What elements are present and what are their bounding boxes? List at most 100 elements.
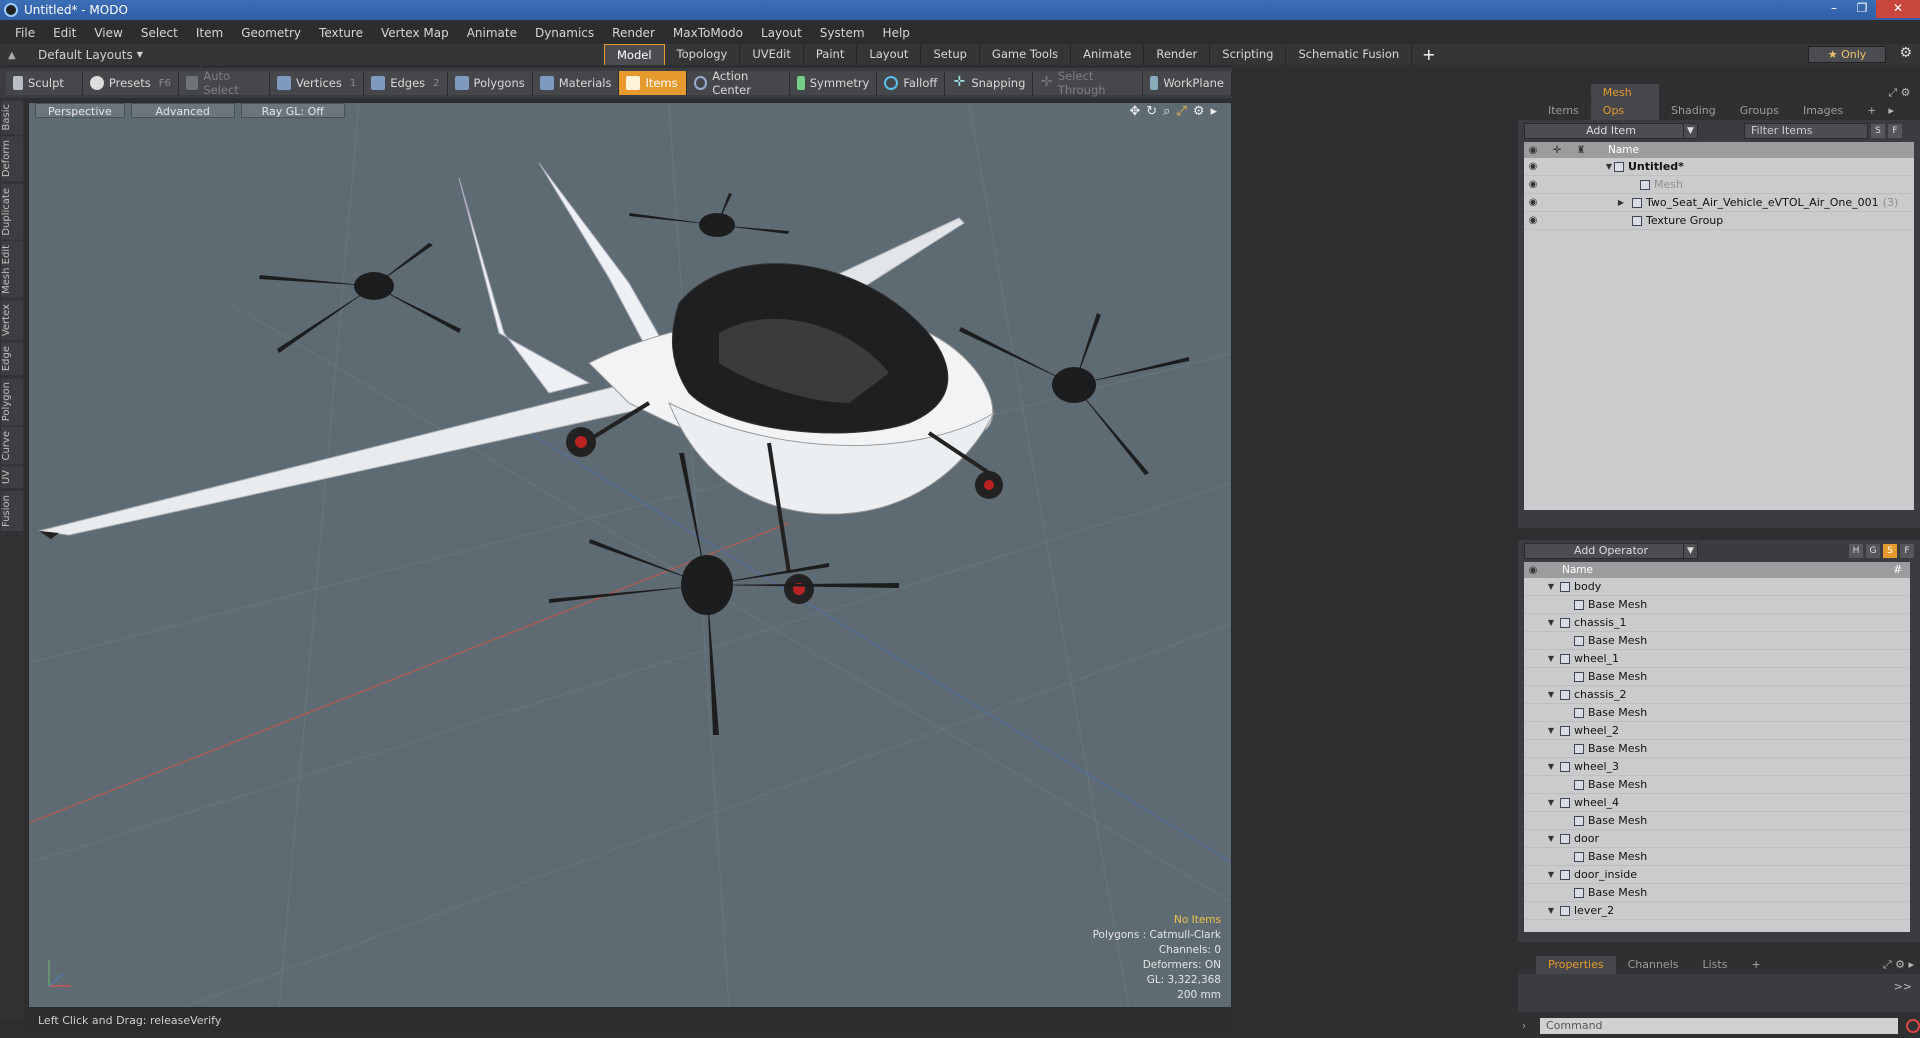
vertices-button[interactable]: Vertices 1 <box>269 71 365 95</box>
edges-button[interactable]: Edges 2 <box>364 71 448 95</box>
tab-shading[interactable]: Shading <box>1659 102 1728 120</box>
chevron-down-icon[interactable]: ▼ <box>1546 798 1556 807</box>
chevron-down-icon[interactable]: ▼ <box>1604 162 1614 171</box>
menu-item[interactable]: Item <box>187 26 232 40</box>
chevron-down-icon[interactable]: ▼ <box>1546 870 1556 879</box>
meshop-child-row[interactable]: Base Mesh <box>1524 668 1910 686</box>
tab-uvedit[interactable]: UVEdit <box>740 44 804 65</box>
rotate-view-icon[interactable]: ↻ <box>1146 104 1157 119</box>
tab-images[interactable]: Images <box>1791 102 1855 120</box>
restore-icon[interactable]: ❐ <box>1848 0 1876 18</box>
menu-maxtomodo[interactable]: MaxToModo <box>664 26 752 40</box>
add-operator-button[interactable]: Add Operator ▼ <box>1524 543 1698 559</box>
chevron-down-icon[interactable]: ▼ <box>1546 582 1556 591</box>
meshop-child-row[interactable]: Base Mesh <box>1524 848 1910 866</box>
meshop-child-row[interactable]: Base Mesh <box>1524 596 1910 614</box>
menu-file[interactable]: File <box>6 26 44 40</box>
tab-schematic-fusion[interactable]: Schematic Fusion <box>1286 44 1413 65</box>
falloff-button[interactable]: Falloff <box>877 71 946 95</box>
close-icon[interactable]: ✕ <box>1876 0 1920 18</box>
meshop-child-row[interactable]: Base Mesh <box>1524 776 1910 794</box>
meshop-child-row[interactable]: Base Mesh <box>1524 884 1910 902</box>
tree-row-scene[interactable]: ◉ ▼ Untitled* <box>1524 158 1914 176</box>
tab-mesh-ops[interactable]: Mesh Ops <box>1590 84 1660 120</box>
select-through-button[interactable]: ✛ Select Through <box>1033 69 1144 97</box>
chevron-down-icon[interactable]: ▼ <box>1546 618 1556 627</box>
polygons-button[interactable]: Polygons <box>447 71 533 95</box>
meshop-row[interactable]: ▼ wheel_3 <box>1524 758 1910 776</box>
meshop-child-row[interactable]: Base Mesh <box>1524 740 1910 758</box>
menu-render[interactable]: Render <box>603 26 664 40</box>
materials-button[interactable]: Materials <box>532 71 620 95</box>
tab-layout[interactable]: Layout <box>857 44 922 65</box>
chevron-down-icon[interactable]: ▼ <box>1546 762 1556 771</box>
chevron-down-icon[interactable]: ▼ <box>1546 690 1556 699</box>
zoom-view-icon[interactable]: ⌕ <box>1163 104 1170 119</box>
tree-row-mesh[interactable]: ◉ Mesh <box>1524 176 1914 194</box>
tab-model[interactable]: Model <box>604 44 665 65</box>
tab-animate[interactable]: Animate <box>1071 44 1145 65</box>
meshop-child-row[interactable]: Base Mesh <box>1524 632 1910 650</box>
meshop-row[interactable]: ▼ lever_2 <box>1524 902 1910 920</box>
symmetry-button[interactable]: Symmetry <box>789 71 878 95</box>
viewport-menu-icon[interactable]: ▸ <box>1210 104 1217 119</box>
s-button[interactable]: S <box>1871 124 1885 138</box>
action-center-button[interactable]: Action Center <box>687 69 790 97</box>
tooltab-curve[interactable]: Curve <box>1 426 23 465</box>
presets-button[interactable]: Presets F6 <box>82 71 179 95</box>
meshop-row[interactable]: ▼ wheel_1 <box>1524 650 1910 668</box>
tooltab-mesh-edit[interactable]: Mesh Edit <box>1 241 23 299</box>
raygl-button[interactable]: Ray GL: Off <box>240 103 345 118</box>
pin-icon[interactable]: ▲ <box>8 50 18 61</box>
g-button[interactable]: G <box>1866 544 1880 558</box>
f-button[interactable]: F <box>1888 124 1902 138</box>
visibility-icon[interactable]: ◉ <box>1524 179 1542 190</box>
only-button[interactable]: ★ Only <box>1808 46 1886 63</box>
add-panel-tab-button[interactable]: + <box>1855 102 1888 120</box>
move-view-icon[interactable]: ✥ <box>1129 104 1140 119</box>
tab-render[interactable]: Render <box>1144 44 1211 65</box>
menu-animate[interactable]: Animate <box>458 26 526 40</box>
tab-scripting[interactable]: Scripting <box>1210 44 1287 65</box>
panel-options-icon[interactable]: ⤢ ⚙ ▸ <box>1883 956 1914 974</box>
menu-dynamics[interactable]: Dynamics <box>526 26 603 40</box>
sculpt-button[interactable]: Sculpt <box>6 71 83 95</box>
menu-help[interactable]: Help <box>874 26 919 40</box>
workplane-button[interactable]: WorkPlane <box>1143 71 1232 95</box>
shading-mode-button[interactable]: Advanced <box>130 103 235 118</box>
tab-channels[interactable]: Channels <box>1616 956 1691 974</box>
tree-row-vehicle[interactable]: ◉ ▶ Two_Seat_Air_Vehicle_eVTOL_Air_One_0… <box>1524 194 1914 212</box>
filter-items-input[interactable]: Filter Items <box>1744 123 1868 139</box>
tooltab-duplicate[interactable]: Duplicate <box>1 183 23 240</box>
visibility-icon[interactable]: ◉ <box>1524 197 1542 208</box>
s-button[interactable]: S <box>1883 544 1897 558</box>
viewport-3d[interactable]: Perspective Advanced Ray GL: Off ✥ ↻ ⌕ ⤢… <box>28 102 1232 1008</box>
tab-setup[interactable]: Setup <box>921 44 980 65</box>
chevron-right-icon[interactable]: ▶ <box>1616 198 1626 207</box>
auto-select-button[interactable]: Auto Select <box>178 69 270 97</box>
tooltab-polygon[interactable]: Polygon <box>1 377 23 425</box>
meshop-row[interactable]: ▼ wheel_2 <box>1524 722 1910 740</box>
tooltab-deform[interactable]: Deform <box>1 136 23 182</box>
meshop-row[interactable]: ▼ door_inside <box>1524 866 1910 884</box>
tab-properties[interactable]: Properties <box>1536 956 1616 974</box>
h-button[interactable]: H <box>1849 544 1863 558</box>
layout-selector[interactable]: ▲ Default Layouts ▼ <box>8 48 158 62</box>
tab-groups[interactable]: Groups <box>1728 102 1791 120</box>
tab-paint[interactable]: Paint <box>804 44 858 65</box>
tab-lists[interactable]: Lists <box>1691 956 1740 974</box>
chevron-down-icon[interactable]: ▼ <box>1546 654 1556 663</box>
menu-vertex-map[interactable]: Vertex Map <box>372 26 458 40</box>
view-mode-button[interactable]: Perspective <box>35 103 125 118</box>
add-item-button[interactable]: Add Item ▼ <box>1524 123 1698 139</box>
command-input[interactable]: Command <box>1540 1018 1899 1034</box>
gear-icon[interactable]: ⚙ <box>1899 45 1912 61</box>
panel-options-icon[interactable]: ⤢ ⚙ ▸ <box>1888 84 1914 120</box>
tab-items[interactable]: Items <box>1536 102 1591 120</box>
meshop-row[interactable]: ▼ wheel_4 <box>1524 794 1910 812</box>
chevron-down-icon[interactable]: ▼ <box>1546 906 1556 915</box>
add-panel-tab-button[interactable]: + <box>1739 956 1772 974</box>
tree-row-texture-group[interactable]: ◉ Texture Group <box>1524 212 1914 230</box>
snapping-button[interactable]: ✛ Snapping <box>945 71 1034 95</box>
chevron-down-icon[interactable]: ▼ <box>1546 726 1556 735</box>
